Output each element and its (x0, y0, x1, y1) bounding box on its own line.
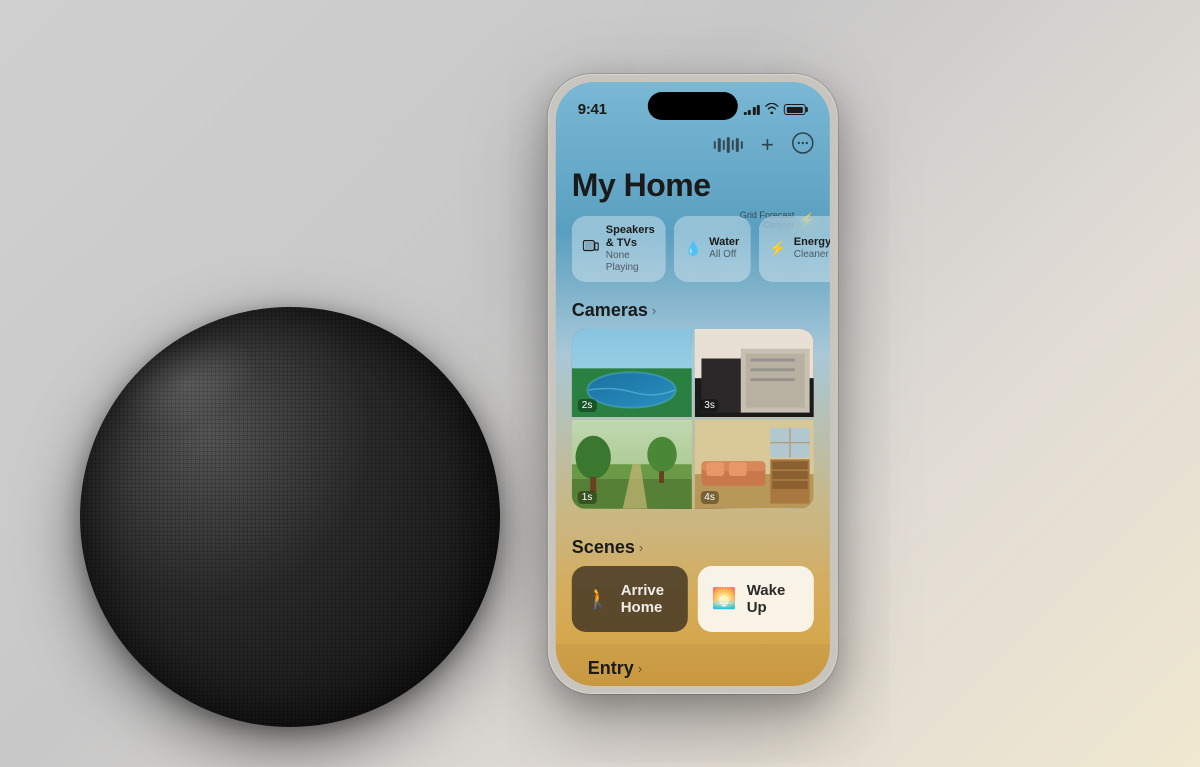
category-pills: Speakers & TVs None Playing 💧 Water All … (556, 216, 830, 296)
more-button[interactable] (792, 132, 814, 159)
entry-section: Entry › (556, 644, 830, 686)
cam-living-timestamp: 4s (700, 491, 719, 504)
app-content: + Grid Forecast Cleaner (556, 126, 830, 686)
scenes-area: Scenes › 🚶 Arrive Home 🌅 Wake Up (556, 525, 830, 644)
camera-grid: 2s 3s (572, 329, 814, 509)
top-actions: + (556, 126, 830, 163)
water-text: Water All Off (709, 236, 739, 261)
camera-living[interactable]: 4s (694, 420, 814, 509)
camera-garden[interactable]: 1s (572, 420, 692, 509)
cameras-section-header: Cameras › (556, 296, 830, 329)
cam-gym-timestamp: 3s (700, 399, 719, 412)
battery-icon (784, 104, 808, 115)
entry-title: Entry (588, 658, 634, 679)
cameras-title: Cameras (572, 300, 648, 321)
energy-pill[interactable]: ⚡ Energy Cleaner (758, 216, 829, 282)
entry-chevron-icon: › (638, 661, 642, 676)
dynamic-island (648, 92, 738, 120)
add-button[interactable]: + (761, 132, 774, 158)
signal-bar-2 (748, 110, 751, 116)
signal-bar-4 (757, 105, 760, 115)
energy-icon: ⚡ (769, 240, 786, 257)
speakers-sublabel: None Playing (606, 250, 655, 274)
homepod-device (80, 307, 500, 727)
wake-up-button[interactable]: 🌅 Wake Up (698, 566, 814, 632)
arrive-home-icon: 🚶 (586, 586, 611, 611)
cam-garden-timestamp: 1s (578, 491, 597, 504)
iphone-device: 9:41 (548, 74, 838, 694)
siri-button[interactable] (713, 136, 743, 154)
scene-buttons: 🚶 Arrive Home 🌅 Wake Up (556, 566, 830, 632)
water-label: Water (709, 236, 739, 249)
wake-up-label: Wake Up (747, 582, 800, 616)
scenes-section-header: Scenes › (556, 533, 830, 566)
page-title: My Home (556, 163, 830, 216)
cam-pool-timestamp: 2s (578, 399, 597, 412)
iphone-screen: 9:41 (556, 82, 830, 686)
cameras-chevron-icon: › (652, 303, 656, 318)
scenes-title: Scenes (572, 537, 635, 558)
speakers-text: Speakers & TVs None Playing (606, 224, 655, 274)
status-icons (743, 103, 808, 117)
signal-bar-3 (752, 107, 755, 115)
signal-icon (743, 104, 760, 115)
water-pill[interactable]: 💧 Water All Off (674, 216, 751, 282)
energy-text: Energy Cleaner (794, 236, 830, 261)
wake-up-icon: 🌅 (712, 586, 737, 611)
speakers-pill[interactable]: Speakers & TVs None Playing (572, 216, 666, 282)
speakers-label: Speakers & TVs (606, 224, 655, 250)
entry-section-header: Entry › (572, 654, 814, 686)
scenes-chevron-icon: › (639, 540, 643, 555)
arrive-home-button[interactable]: 🚶 Arrive Home (572, 566, 688, 632)
wifi-icon (765, 103, 779, 117)
water-icon: 💧 (685, 240, 702, 257)
signal-bar-1 (743, 112, 746, 115)
speakers-icon (583, 240, 599, 257)
camera-pool[interactable]: 2s (572, 329, 692, 418)
water-sublabel: All Off (709, 249, 739, 261)
energy-label: Energy (794, 236, 830, 249)
energy-sublabel: Cleaner (794, 249, 830, 261)
status-time: 9:41 (578, 101, 607, 118)
arrive-home-label: Arrive Home (621, 582, 674, 616)
camera-gym[interactable]: 3s (694, 329, 814, 418)
